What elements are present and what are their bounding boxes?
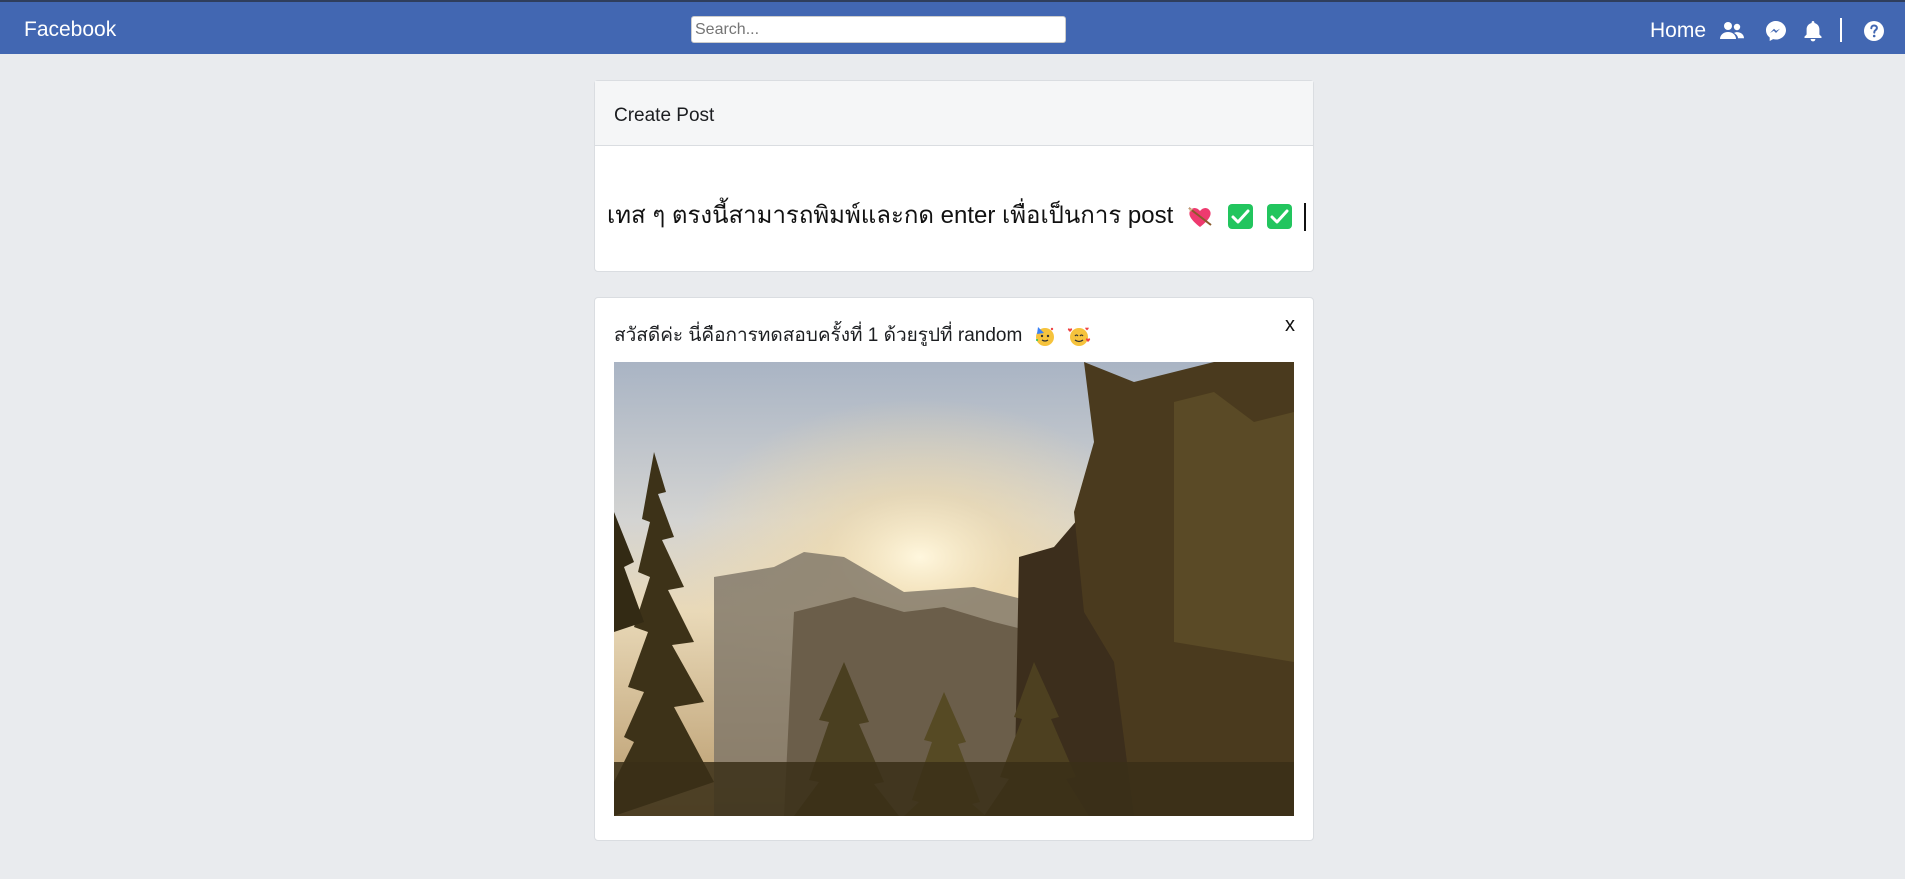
post-text: สวัสดีค่ะ นี่คือการทดสอบครั้งที่ 1 ด้วยร… [614, 325, 1023, 346]
post-input-field[interactable]: เทส ๆ ตรงนี้สามารถพิมพ์และกด enter เพื่อ… [607, 195, 1306, 234]
home-link[interactable]: Home [1650, 19, 1706, 43]
post-text-container: สวัสดีค่ะ นี่คือการทดสอบครั้งที่ 1 ด้วยร… [614, 320, 1091, 350]
check-icon [1227, 204, 1253, 230]
post-card: สวัสดีค่ะ นี่คือการทดสอบครั้งที่ 1 ด้วยร… [594, 297, 1314, 841]
post-image [614, 362, 1294, 816]
check-icon [1267, 204, 1293, 230]
post-input-text: เทส ๆ ตรงนี้สามารถพิมพ์และกด enter เพื่อ… [607, 202, 1174, 229]
friends-icon[interactable] [1720, 19, 1744, 43]
smiling-hearts-icon [1067, 327, 1090, 346]
bell-icon[interactable] [1801, 19, 1825, 43]
text-caret [1303, 202, 1306, 231]
search-input[interactable] [691, 16, 1066, 43]
help-icon[interactable] [1862, 19, 1886, 43]
heart-arrow-icon [1188, 206, 1212, 227]
brand-logo-link[interactable]: Facebook [24, 18, 116, 42]
nav-separator [1840, 18, 1842, 42]
create-post-card: Create Post เทส ๆ ตรงนี้สามารถพิมพ์และกด… [594, 80, 1314, 272]
party-face-icon [1035, 326, 1054, 346]
close-post-button[interactable]: x [1285, 314, 1295, 337]
top-navbar: Facebook Home [0, 0, 1905, 54]
create-post-title: Create Post [595, 81, 1313, 146]
messenger-icon[interactable] [1764, 19, 1788, 43]
